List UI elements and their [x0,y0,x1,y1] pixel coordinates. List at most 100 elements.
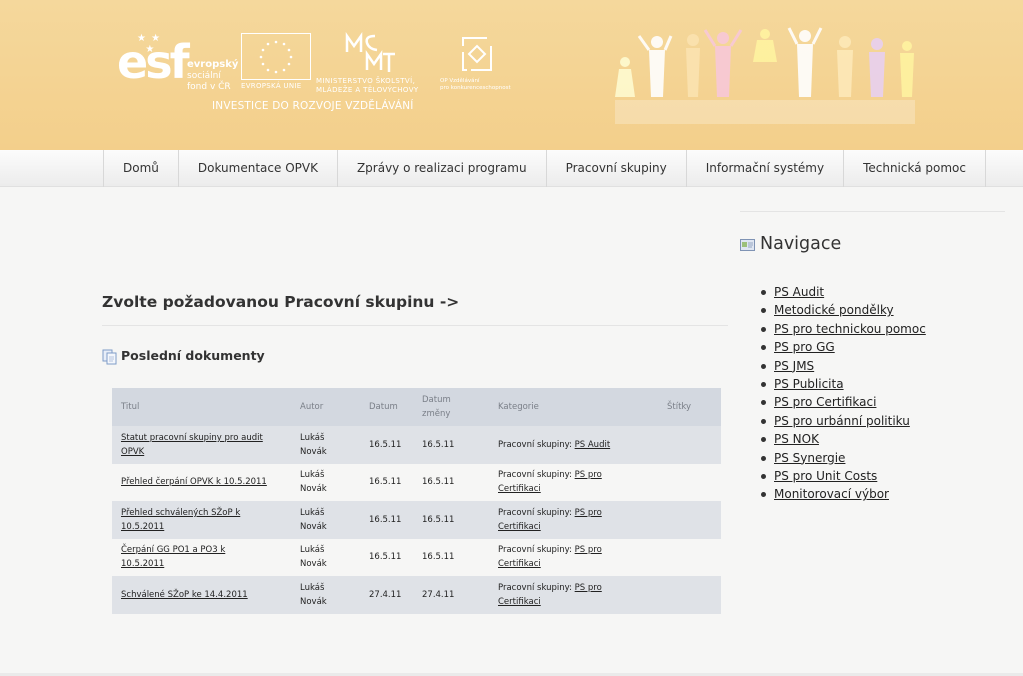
cell-tags [658,538,721,576]
author-first: Lukáš [300,432,325,443]
sidebar-title: Navigace [760,234,842,254]
cell-date: 27.4.11 [360,576,413,614]
document-title-line-1: Přehled schválených SŽoP k [121,507,241,518]
sidebar-link-ps-certifikaci: PS pro Certifikaci [760,393,926,411]
sidebar-link[interactable]: PS pro Certifikaci [774,395,876,409]
sidebar-link[interactable]: PS pro urbánní politiku [774,414,910,428]
cell-category: Pracovní skupiny: PS pro Certifikaci [489,501,658,539]
cell-author: Lukáš Novák [291,538,360,576]
eu-label: EVROPSKÁ UNIE [241,82,302,90]
sidebar-link[interactable]: PS Synergie [774,451,845,465]
author-last: Novák [300,559,327,570]
sidebar-link[interactable]: PS Audit [774,285,824,299]
author-last: Novák [300,484,327,495]
sidebar-link[interactable]: PS pro Unit Costs [774,469,877,483]
sidebar-link-monitorovaci-vybor: Monitorovací výbor [760,485,926,503]
sidebar-link-ps-nok: PS NOK [760,430,926,448]
sidebar-link[interactable]: PS JMS [774,359,814,373]
sidebar-link[interactable]: Metodické pondělky [774,303,894,317]
table-row: Přehled čerpání OPVK k 10.5.2011 Lukáš No… [112,463,721,501]
cell-author: Lukáš Novák [291,576,360,614]
author-first: Lukáš [300,545,325,556]
sidebar-link[interactable]: PS Publicita [774,377,844,391]
nav-item-pracovni-skupiny[interactable]: Pracovní skupiny [547,150,687,187]
cell-author: Lukáš Novák [291,501,360,539]
document-title-line-1: Schválené SŽoP ke 14.4.2011 [121,589,248,600]
table-row: Čerpání GG PO1 a PO3 k 10.5.2011 Lukáš Nov… [112,538,721,576]
category-prefix: Pracovní skupiny: [498,507,575,518]
nav-item-informacni-systemy[interactable]: Informační systémy [687,150,845,187]
sidebar-link-ps-audit: PS Audit [760,283,926,301]
col-header-datum-zmeny-line-2: změny [422,409,451,419]
col-header-kategorie[interactable]: Kategorie [489,388,658,426]
cell-changed: 16.5.11 [413,501,489,539]
nav-item-domu[interactable]: Domů [104,150,179,187]
people-silhouettes-icon [611,27,915,124]
cell-title: Schválené SŽoP ke 14.4.2011 [112,576,291,614]
document-link[interactable]: Přehled schválených SŽoP k 10.5.2011 [121,508,240,532]
col-header-stitky[interactable]: Štítky [658,388,721,426]
msmt-logo-icon[interactable] [345,32,397,74]
site-header: ★ ★ ★ esf evropský sociální fond v ČR EV… [0,0,1023,150]
table-row: Přehled schválených SŽoP k 10.5.2011 Luká… [112,501,721,539]
esf-mark: esf [117,35,190,89]
op-label-line-1: OP Vzdělávání [440,78,480,84]
op-label-line-2: pro konkurenceschopnost [440,85,511,91]
esf-line-3: fond v ČR [187,82,231,92]
op-vk-logo-icon[interactable] [457,34,497,74]
eu-flag-logo[interactable] [241,33,311,80]
col-header-titul[interactable]: Titul [112,388,291,426]
documents-icon [102,349,117,365]
sidebar-link[interactable]: PS NOK [774,432,819,446]
sidebar-link-ps-publicita: PS Publicita [760,375,926,393]
documents-table: Titul Autor Datum Datum změny Kategorie … [112,388,721,614]
document-link[interactable]: Schválené SŽoP ke 14.4.2011 [121,590,248,600]
category-prefix: Pracovní skupiny: [498,439,575,450]
category-link-line-2: Certifikaci [498,596,541,607]
cell-changed: 16.5.11 [413,538,489,576]
sidebar-link[interactable]: Monitorovací výbor [774,487,889,501]
document-link[interactable]: Čerpání GG PO1 a PO3 k 10.5.2011 [121,545,225,569]
nav-item-dokumentace[interactable]: Dokumentace OPVK [179,150,338,187]
op-label: OP Vzdělávání pro konkurenceschopnost [440,78,511,92]
author-last: Novák [300,446,327,457]
col-header-datum[interactable]: Datum [360,388,413,426]
cell-date: 16.5.11 [360,501,413,539]
category-link-line-2: Certifikaci [498,559,541,570]
eu-stars-icon [259,40,293,74]
cell-tags [658,426,721,464]
category-prefix: Pracovní skupiny: [498,582,575,593]
cell-category: Pracovní skupiny: PS pro Certifikaci [489,463,658,501]
cell-author: Lukáš Novák [291,463,360,501]
msmt-label: MINISTERSTVO ŠKOLSTVÍ, MLÁDEŽE A TĚLOVÝC… [316,77,419,95]
cell-title: Statut pracovní skupiny pro audit OPVK [112,426,291,464]
sidebar-link[interactable]: PS pro GG [774,340,835,354]
author-first: Lukáš [300,582,325,593]
esf-logo[interactable]: ★ ★ ★ esf evropský sociální fond v ČR [117,33,238,95]
sidebar-link-ps-gg: PS pro GG [760,338,926,356]
sidebar-link-ps-technicka-pomoc: PS pro technickou pomoc [760,320,926,338]
document-link[interactable]: Přehled čerpání OPVK k 10.5.2011 [121,477,267,487]
cell-date: 16.5.11 [360,426,413,464]
main-nav-list: Domů Dokumentace OPVK Zprávy o realizaci… [103,150,986,187]
table-row: Statut pracovní skupiny pro audit OPVK Lu… [112,426,721,464]
sidebar-link-ps-unit-costs: PS pro Unit Costs [760,467,926,485]
document-title-line-1: Čerpání GG PO1 a PO3 k [121,545,226,556]
nav-item-zpravy[interactable]: Zprávy o realizaci programu [338,150,547,187]
nav-item-technicka-pomoc[interactable]: Technická pomoc [844,150,986,187]
esf-text: evropský sociální fond v ČR [187,59,238,93]
cell-category: Pracovní skupiny: PS Audit [489,426,658,464]
heading-divider [102,325,728,326]
category-link[interactable]: PS Audit [575,440,611,450]
cell-category: Pracovní skupiny: PS pro Certifikaci [489,538,658,576]
cell-tags [658,463,721,501]
author-first: Lukáš [300,470,325,481]
category-link-line-2: Certifikaci [498,484,541,495]
author-last: Novák [300,596,327,607]
col-header-autor[interactable]: Autor [291,388,360,426]
sidebar-link[interactable]: PS pro technickou pomoc [774,322,926,336]
document-link[interactable]: Statut pracovní skupiny pro audit OPVK [121,433,263,457]
msmt-label-line-1: MINISTERSTVO ŠKOLSTVÍ, [316,77,416,85]
col-header-datum-zmeny[interactable]: Datum změny [413,388,489,426]
table-row: Schválené SŽoP ke 14.4.2011 Lukáš Novák 2… [112,576,721,614]
